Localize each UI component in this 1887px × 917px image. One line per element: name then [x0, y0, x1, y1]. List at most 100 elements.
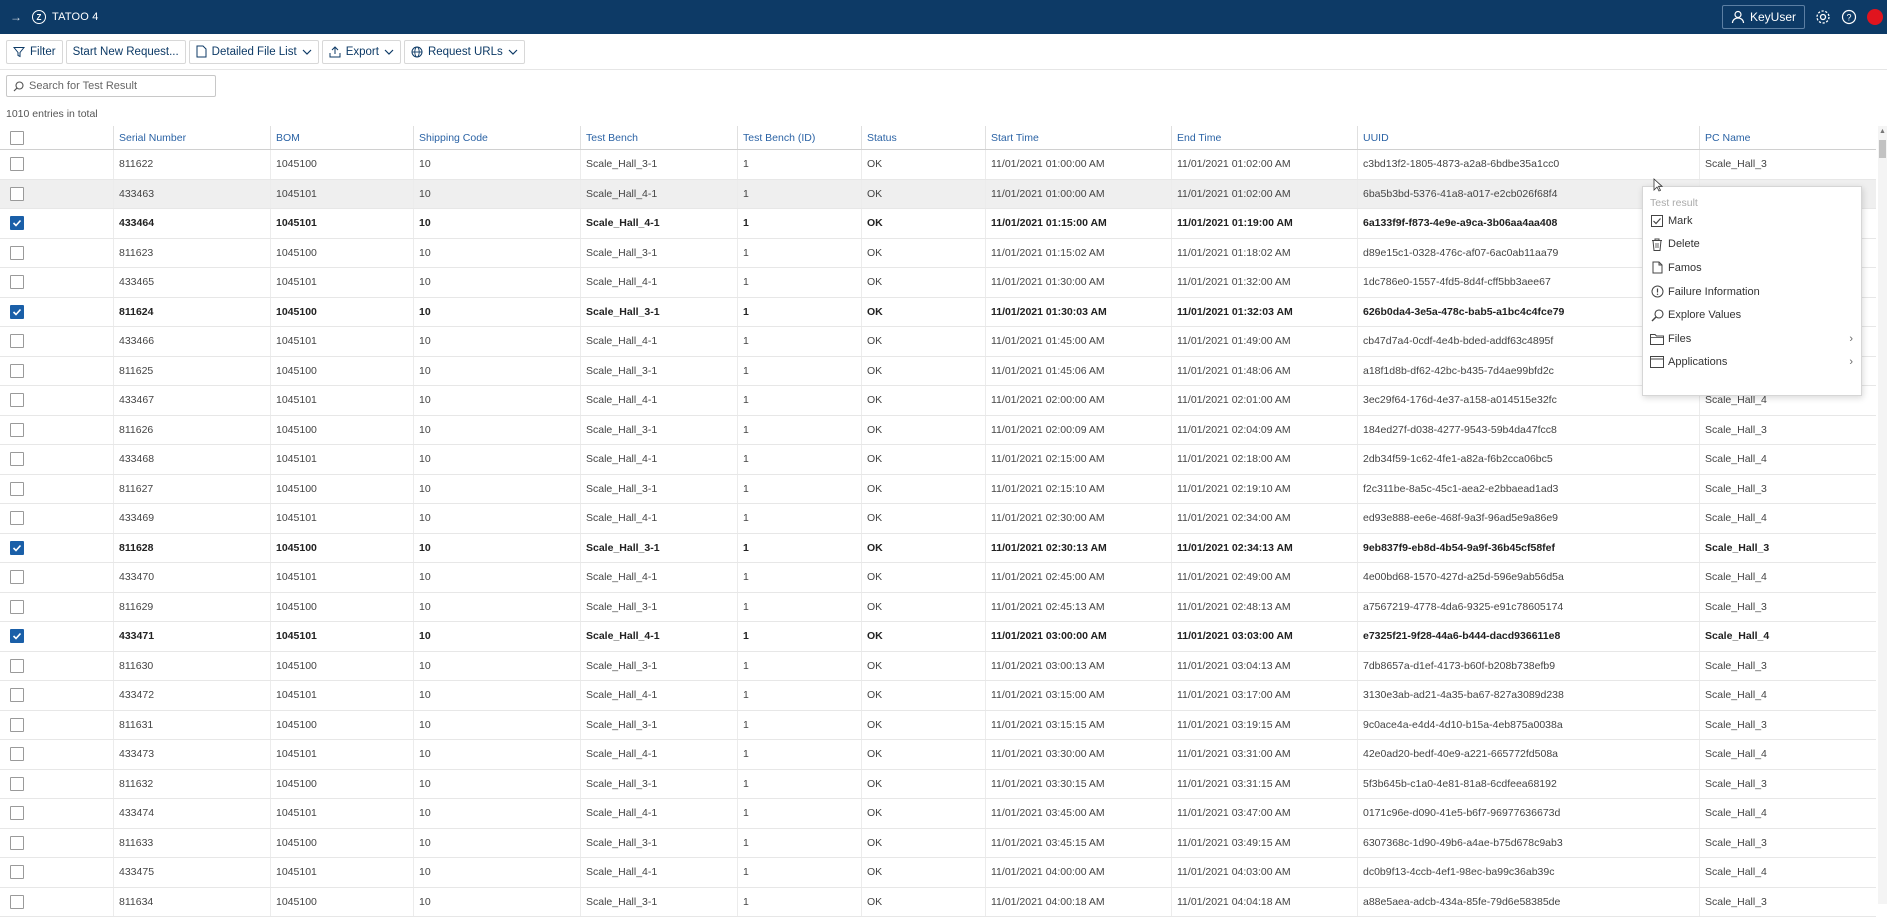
menu-item-failure-information[interactable]: Failure Information	[1643, 280, 1861, 304]
vertical-scrollbar[interactable]: ▲	[1878, 126, 1887, 904]
column-header-shipping-code[interactable]: Shipping Code	[413, 126, 580, 149]
row-checkbox[interactable]	[10, 600, 24, 614]
table-row[interactable]: 433469104510110Scale_Hall_4-11OK11/01/20…	[0, 504, 1876, 534]
export-icon	[329, 46, 341, 58]
row-checkbox[interactable]	[10, 747, 24, 761]
row-checkbox[interactable]	[10, 216, 24, 230]
table-row[interactable]: 811627104510010Scale_Hall_3-11OK11/01/20…	[0, 475, 1876, 505]
row-checkbox[interactable]	[10, 836, 24, 850]
start-new-request-button[interactable]: Start New Request...	[66, 40, 186, 64]
filter-icon	[13, 46, 25, 58]
row-checkbox[interactable]	[10, 541, 24, 555]
row-checkbox[interactable]	[10, 570, 24, 584]
cell-status: OK	[861, 711, 985, 740]
row-checkbox[interactable]	[10, 659, 24, 673]
export-button[interactable]: Export	[322, 40, 401, 64]
column-header-bom[interactable]: BOM	[270, 126, 413, 149]
row-checkbox[interactable]	[10, 895, 24, 909]
row-checkbox[interactable]	[10, 806, 24, 820]
row-checkbox[interactable]	[10, 246, 24, 260]
table-row[interactable]: 811632104510010Scale_Hall_3-11OK11/01/20…	[0, 770, 1876, 800]
menu-item-famos[interactable]: Famos	[1643, 256, 1861, 280]
column-header-status[interactable]: Status	[861, 126, 985, 149]
table-row[interactable]: 433473104510110Scale_Hall_4-11OK11/01/20…	[0, 740, 1876, 770]
table-row[interactable]: 811633104510010Scale_Hall_3-11OK11/01/20…	[0, 829, 1876, 859]
table-row[interactable]: 811634104510010Scale_Hall_3-11OK11/01/20…	[0, 888, 1876, 917]
row-checkbox[interactable]	[10, 865, 24, 879]
table-row[interactable]: 811628104510010Scale_Hall_3-11OK11/01/20…	[0, 534, 1876, 564]
table-row[interactable]: 811624104510010Scale_Hall_3-11OK11/01/20…	[0, 298, 1876, 328]
cell-serial-number: 433472	[113, 681, 270, 710]
row-checkbox[interactable]	[10, 334, 24, 348]
cell-test-bench-id: 1	[737, 416, 861, 445]
cell-status: OK	[861, 268, 985, 297]
cell-bom: 1045101	[270, 445, 413, 474]
row-checkbox[interactable]	[10, 511, 24, 525]
table-row[interactable]: 433474104510110Scale_Hall_4-11OK11/01/20…	[0, 799, 1876, 829]
column-header-test-bench[interactable]: Test Bench	[580, 126, 737, 149]
row-checkbox[interactable]	[10, 157, 24, 171]
table-row[interactable]: 433464104510110Scale_Hall_4-11OK11/01/20…	[0, 209, 1876, 239]
row-checkbox[interactable]	[10, 452, 24, 466]
row-checkbox[interactable]	[10, 305, 24, 319]
menu-item-explore-values[interactable]: Explore Values	[1643, 303, 1861, 327]
help-button[interactable]: ?	[1837, 5, 1861, 29]
cell-serial-number: 811628	[113, 534, 270, 563]
svg-text:?: ?	[1846, 13, 1851, 23]
scroll-up-arrow-icon[interactable]: ▲	[1879, 128, 1886, 135]
row-checkbox[interactable]	[10, 629, 24, 643]
table-row[interactable]: 433468104510110Scale_Hall_4-11OK11/01/20…	[0, 445, 1876, 475]
table-row[interactable]: 811631104510010Scale_Hall_3-11OK11/01/20…	[0, 711, 1876, 741]
row-select-cell	[0, 888, 113, 917]
row-checkbox[interactable]	[10, 364, 24, 378]
row-checkbox[interactable]	[10, 482, 24, 496]
cell-start-time: 11/01/2021 01:00:00 AM	[985, 180, 1171, 209]
row-checkbox[interactable]	[10, 187, 24, 201]
cell-shipping-code: 10	[413, 298, 580, 327]
row-checkbox[interactable]	[10, 275, 24, 289]
menu-item-files[interactable]: Files ›	[1643, 327, 1861, 351]
column-header-start-time[interactable]: Start Time	[985, 126, 1171, 149]
scrollbar-thumb[interactable]	[1879, 140, 1886, 158]
row-checkbox[interactable]	[10, 777, 24, 791]
table-row[interactable]: 433472104510110Scale_Hall_4-11OK11/01/20…	[0, 681, 1876, 711]
table-row[interactable]: 433466104510110Scale_Hall_4-11OK11/01/20…	[0, 327, 1876, 357]
user-button[interactable]: KeyUser	[1722, 5, 1805, 29]
menu-item-mark[interactable]: Mark	[1643, 209, 1861, 233]
table-row[interactable]: 811623104510010Scale_Hall_3-11OK11/01/20…	[0, 239, 1876, 269]
table-row[interactable]: 811626104510010Scale_Hall_3-11OK11/01/20…	[0, 416, 1876, 446]
column-header-end-time[interactable]: End Time	[1171, 126, 1357, 149]
column-header-serial-number[interactable]: Serial Number	[113, 126, 270, 149]
table-row[interactable]: 811630104510010Scale_Hall_3-11OK11/01/20…	[0, 652, 1876, 682]
table-row[interactable]: 433471104510110Scale_Hall_4-11OK11/01/20…	[0, 622, 1876, 652]
row-checkbox[interactable]	[10, 688, 24, 702]
table-row[interactable]: 433463104510110Scale_Hall_4-11OK11/01/20…	[0, 180, 1876, 210]
search-input[interactable]	[29, 80, 199, 92]
cell-shipping-code: 10	[413, 209, 580, 238]
select-all-checkbox[interactable]	[10, 131, 24, 145]
column-header-pc-name[interactable]: PC Name	[1699, 126, 1876, 149]
back-arrow-icon[interactable]: →	[10, 10, 26, 24]
table-row[interactable]: 811629104510010Scale_Hall_3-11OK11/01/20…	[0, 593, 1876, 623]
close-button[interactable]	[1867, 9, 1883, 25]
row-checkbox[interactable]	[10, 718, 24, 732]
column-header-test-bench-id[interactable]: Test Bench (ID)	[737, 126, 861, 149]
menu-item-applications[interactable]: Applications ›	[1643, 351, 1861, 375]
settings-button[interactable]	[1811, 5, 1835, 29]
menu-item-delete[interactable]: Delete	[1643, 233, 1861, 257]
row-checkbox[interactable]	[10, 393, 24, 407]
row-checkbox[interactable]	[10, 423, 24, 437]
cell-test-bench-id: 1	[737, 298, 861, 327]
table-row[interactable]: 433467104510110Scale_Hall_4-11OK11/01/20…	[0, 386, 1876, 416]
table-row[interactable]: 433475104510110Scale_Hall_4-11OK11/01/20…	[0, 858, 1876, 888]
detailed-file-list-button[interactable]: Detailed File List	[189, 40, 319, 64]
table-row[interactable]: 433470104510110Scale_Hall_4-11OK11/01/20…	[0, 563, 1876, 593]
cell-start-time: 11/01/2021 03:00:13 AM	[985, 652, 1171, 681]
table-row[interactable]: 433465104510110Scale_Hall_4-11OK11/01/20…	[0, 268, 1876, 298]
column-header-uuid[interactable]: UUID	[1357, 126, 1699, 149]
chevron-down-icon	[302, 49, 312, 55]
table-row[interactable]: 811625104510010Scale_Hall_3-11OK11/01/20…	[0, 357, 1876, 387]
filter-button[interactable]: Filter	[6, 40, 63, 64]
request-urls-button[interactable]: Request URLs	[404, 40, 525, 64]
table-row[interactable]: 811622104510010Scale_Hall_3-11OK11/01/20…	[0, 150, 1876, 180]
